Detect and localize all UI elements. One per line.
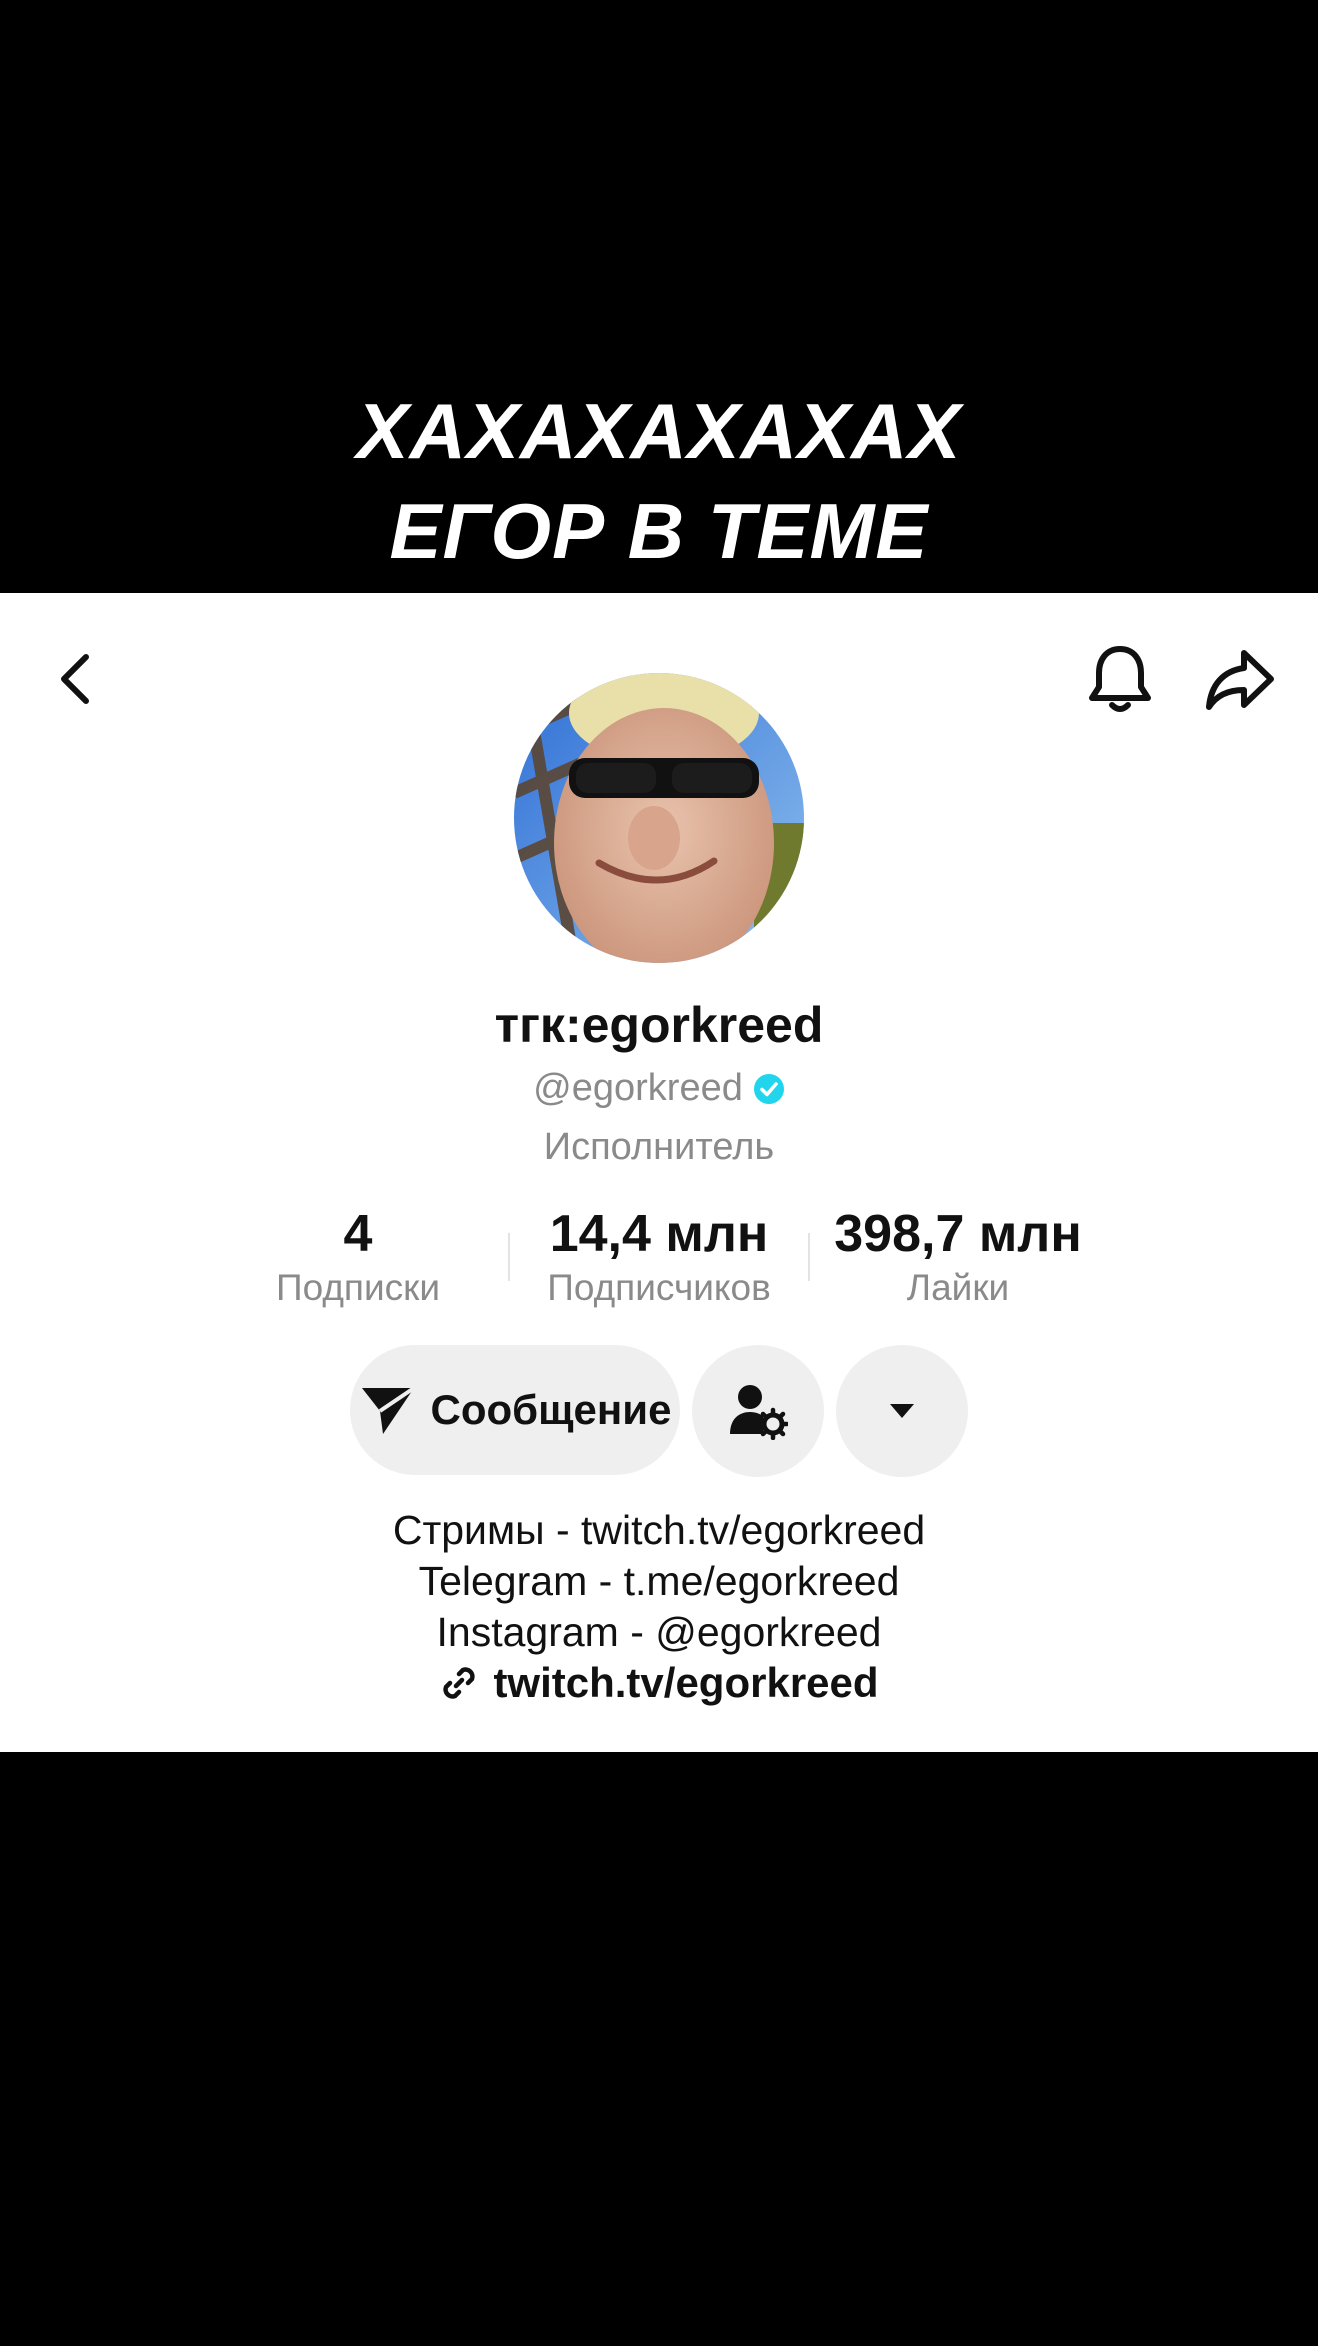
message-button-label: Сообщение	[430, 1386, 672, 1433]
notifications-button[interactable]	[1080, 639, 1160, 719]
bio-line: Стримы - twitch.tv/egorkreed	[392, 1507, 926, 1553]
caret-down-icon	[890, 1404, 914, 1418]
stat-followers[interactable]: 14,4 млн Подписчиков	[508, 1205, 810, 1309]
caption-line-2: ЕГОР В ТЕМЕ	[389, 487, 929, 575]
stat-following[interactable]: 4 Подписки	[228, 1205, 488, 1309]
stat-followers-value: 14,4 млн	[549, 1205, 769, 1263]
caption-band: ХАХАХАХАХАХ ЕГОР В ТЕМЕ	[0, 0, 1318, 593]
stat-following-label: Подписки	[275, 1267, 440, 1309]
more-button[interactable]	[836, 1345, 968, 1477]
username-handle: @egorkreed	[533, 1067, 743, 1109]
link-icon	[443, 1667, 476, 1699]
profile-category: Исполнитель	[543, 1126, 775, 1168]
bio-link-text: twitch.tv/egorkreed	[493, 1659, 879, 1706]
bell-icon	[1089, 646, 1151, 712]
back-button[interactable]	[36, 639, 116, 719]
display-name: тгк:egorkreed	[494, 997, 824, 1053]
message-button[interactable]: Сообщение	[350, 1345, 680, 1475]
stat-likes-label: Лайки	[906, 1267, 1010, 1309]
bio-link[interactable]: twitch.tv/egorkreed	[0, 1659, 1318, 1707]
bottom-band	[0, 1752, 1318, 2346]
bio: Стримы - twitch.tv/egorkreed Telegram - …	[0, 1505, 1318, 1658]
share-arrow-icon	[1206, 650, 1274, 710]
bio-line: Telegram - t.me/egorkreed	[418, 1558, 900, 1604]
user-settings-icon	[730, 1385, 788, 1440]
avatar-photo	[514, 673, 804, 963]
verified-badge-icon	[753, 1073, 784, 1104]
profile-card: тгк:egorkreed @egorkreed Исполнитель 4 П…	[0, 593, 1318, 1752]
stat-likes-value: 398,7 млн	[834, 1205, 1082, 1263]
stat-likes[interactable]: 398,7 млн Лайки	[808, 1205, 1108, 1309]
caption-line-1: ХАХАХАХАХАХ	[356, 387, 962, 475]
friend-settings-button[interactable]	[692, 1345, 824, 1477]
stat-followers-label: Подписчиков	[547, 1267, 771, 1309]
send-icon	[361, 1386, 415, 1434]
share-button[interactable]	[1200, 639, 1280, 719]
stat-following-value: 4	[343, 1205, 373, 1263]
handle-row: @egorkreed	[0, 1067, 1318, 1110]
avatar[interactable]	[514, 673, 804, 963]
bio-line: Instagram - @egorkreed	[436, 1609, 882, 1655]
chevron-left-icon	[61, 654, 89, 704]
